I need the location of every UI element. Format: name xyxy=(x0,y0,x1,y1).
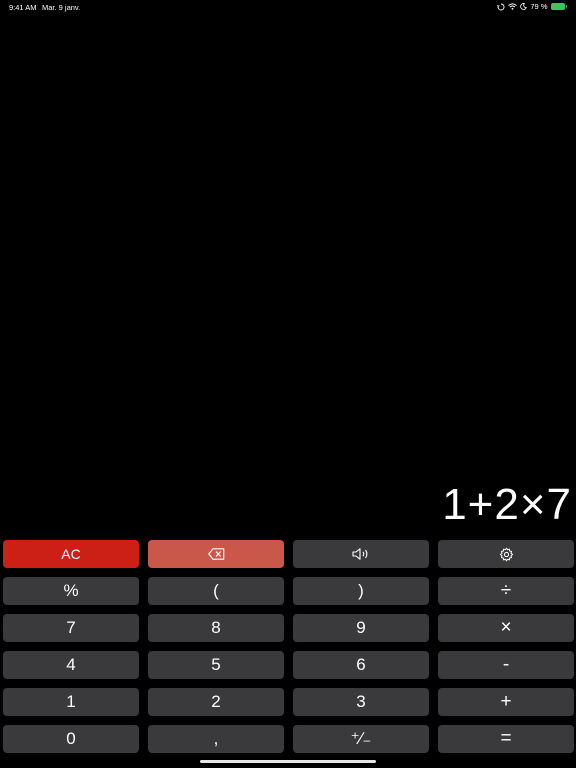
digit-5-button[interactable]: 5 xyxy=(148,651,284,679)
open-paren-button[interactable]: ( xyxy=(148,577,284,605)
status-time: 9:41 AM xyxy=(9,3,37,12)
percent-button[interactable]: % xyxy=(3,577,139,605)
digit-1-button[interactable]: 1 xyxy=(3,688,139,716)
plus-button[interactable]: + xyxy=(438,688,574,716)
divide-button[interactable]: ÷ xyxy=(438,577,574,605)
plus-minus-button[interactable]: ⁺∕₋ xyxy=(293,725,429,753)
digit-9-button[interactable]: 9 xyxy=(293,614,429,642)
rotation-lock-icon xyxy=(497,3,505,11)
decimal-comma-button[interactable]: , xyxy=(148,725,284,753)
battery-percent: 79 % xyxy=(530,2,548,11)
home-indicator[interactable] xyxy=(200,760,376,763)
multiply-button[interactable]: × xyxy=(438,614,574,642)
status-date: Mar. 9 janv. xyxy=(42,3,81,12)
expression-display: 1+2×7 xyxy=(442,480,572,529)
all-clear-button[interactable]: AC xyxy=(3,540,139,568)
moon-icon xyxy=(520,3,528,10)
status-icons: 79 % 79 % xyxy=(497,2,567,11)
digit-0-button[interactable]: 0 xyxy=(3,725,139,753)
digit-6-button[interactable]: 6 xyxy=(293,651,429,679)
battery-icon: 79 % xyxy=(550,3,565,10)
settings-button[interactable] xyxy=(438,540,574,568)
digit-2-button[interactable]: 2 xyxy=(148,688,284,716)
backspace-button[interactable] xyxy=(148,540,284,568)
close-paren-button[interactable]: ) xyxy=(293,577,429,605)
gear-icon xyxy=(499,547,514,562)
battery-nub xyxy=(565,5,567,8)
keypad: AC % ( ) ÷ 7 8 9 × 4 5 6 - 1 2 3 + 0 , ⁺… xyxy=(3,540,574,753)
sound-toggle-button[interactable] xyxy=(293,540,429,568)
minus-button[interactable]: - xyxy=(438,651,574,679)
digit-3-button[interactable]: 3 xyxy=(293,688,429,716)
wifi-icon xyxy=(508,3,518,10)
digit-4-button[interactable]: 4 xyxy=(3,651,139,679)
speaker-icon xyxy=(352,548,370,560)
equals-button[interactable]: = xyxy=(438,725,574,753)
digit-7-button[interactable]: 7 xyxy=(3,614,139,642)
backspace-icon xyxy=(207,548,225,560)
status-bar: 9:41 AM Mar. 9 janv. 79 % 79 % xyxy=(0,0,576,14)
digit-8-button[interactable]: 8 xyxy=(148,614,284,642)
